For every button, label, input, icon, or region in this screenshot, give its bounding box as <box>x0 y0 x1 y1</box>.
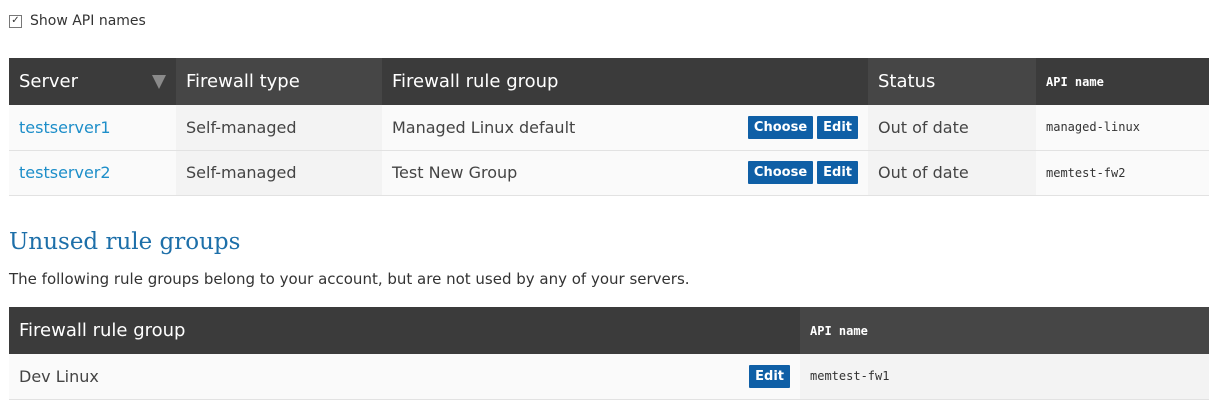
show-api-names-checkbox[interactable]: ✓ <box>9 14 22 28</box>
rule-group-name: Test New Group <box>392 163 518 182</box>
edit-button[interactable]: Edit <box>817 115 858 139</box>
column-header-api-name[interactable]: API name <box>1036 58 1209 105</box>
rule-group-cell: Test New Group Choose Edit <box>382 150 868 196</box>
column-header-server-label: Server <box>19 71 79 92</box>
column-header-api-name: API name <box>800 307 1209 354</box>
choose-button[interactable]: Choose <box>747 161 814 184</box>
rule-group-name: Dev Linux <box>19 366 99 386</box>
unused-rule-groups-title: Unused rule groups <box>9 229 241 255</box>
rule-group-cell: Managed Linux default Choose Edit <box>382 105 868 151</box>
unused-rule-groups-description: The following rule groups belong to your… <box>9 270 690 288</box>
column-header-status[interactable]: Status <box>868 58 1036 105</box>
unused-rule-groups-table: Firewall rule group API name Dev Linux E… <box>9 307 1209 400</box>
choose-button[interactable]: Choose <box>747 115 814 139</box>
rule-group-cell: Dev Linux Edit <box>9 354 800 400</box>
server-link-testserver2[interactable]: testserver2 <box>19 163 111 182</box>
sort-descending-icon[interactable] <box>152 75 166 89</box>
server-cell: testserver1 <box>9 105 176 151</box>
edit-button[interactable]: Edit <box>749 364 790 388</box>
edit-button[interactable]: Edit <box>817 161 858 184</box>
column-header-rule-group[interactable]: Firewall rule group <box>382 58 868 105</box>
servers-table: Server Firewall type Firewall rule group… <box>9 58 1209 196</box>
server-cell: testserver2 <box>9 150 176 196</box>
status-cell: Out of date <box>868 105 1036 151</box>
table-row: Dev Linux Edit memtest-fw1 <box>9 354 1209 400</box>
firewall-type-cell: Self-managed <box>176 105 382 151</box>
rule-group-name: Managed Linux default <box>392 117 576 137</box>
column-header-server[interactable]: Server <box>9 58 176 105</box>
server-link-testserver1[interactable]: testserver1 <box>19 118 111 137</box>
column-header-firewall-type[interactable]: Firewall type <box>176 58 382 105</box>
api-name-cell: memtest-fw2 <box>1036 150 1209 196</box>
table-row: testserver1 Self-managed Managed Linux d… <box>9 105 1209 151</box>
api-name-cell: managed-linux <box>1036 105 1209 151</box>
show-api-names-toggle[interactable]: ✓ Show API names <box>9 12 146 30</box>
column-header-rule-group: Firewall rule group <box>9 307 800 354</box>
servers-table-header: Server Firewall type Firewall rule group… <box>9 58 1209 105</box>
unused-table-header: Firewall rule group API name <box>9 307 1209 354</box>
firewall-type-cell: Self-managed <box>176 150 382 196</box>
show-api-names-label: Show API names <box>30 13 146 29</box>
status-cell: Out of date <box>868 150 1036 196</box>
api-name-cell: memtest-fw1 <box>800 354 1209 400</box>
table-row: testserver2 Self-managed Test New Group … <box>9 150 1209 196</box>
firewall-page: ✓ Show API names Server Firewall type Fi… <box>0 0 1221 410</box>
